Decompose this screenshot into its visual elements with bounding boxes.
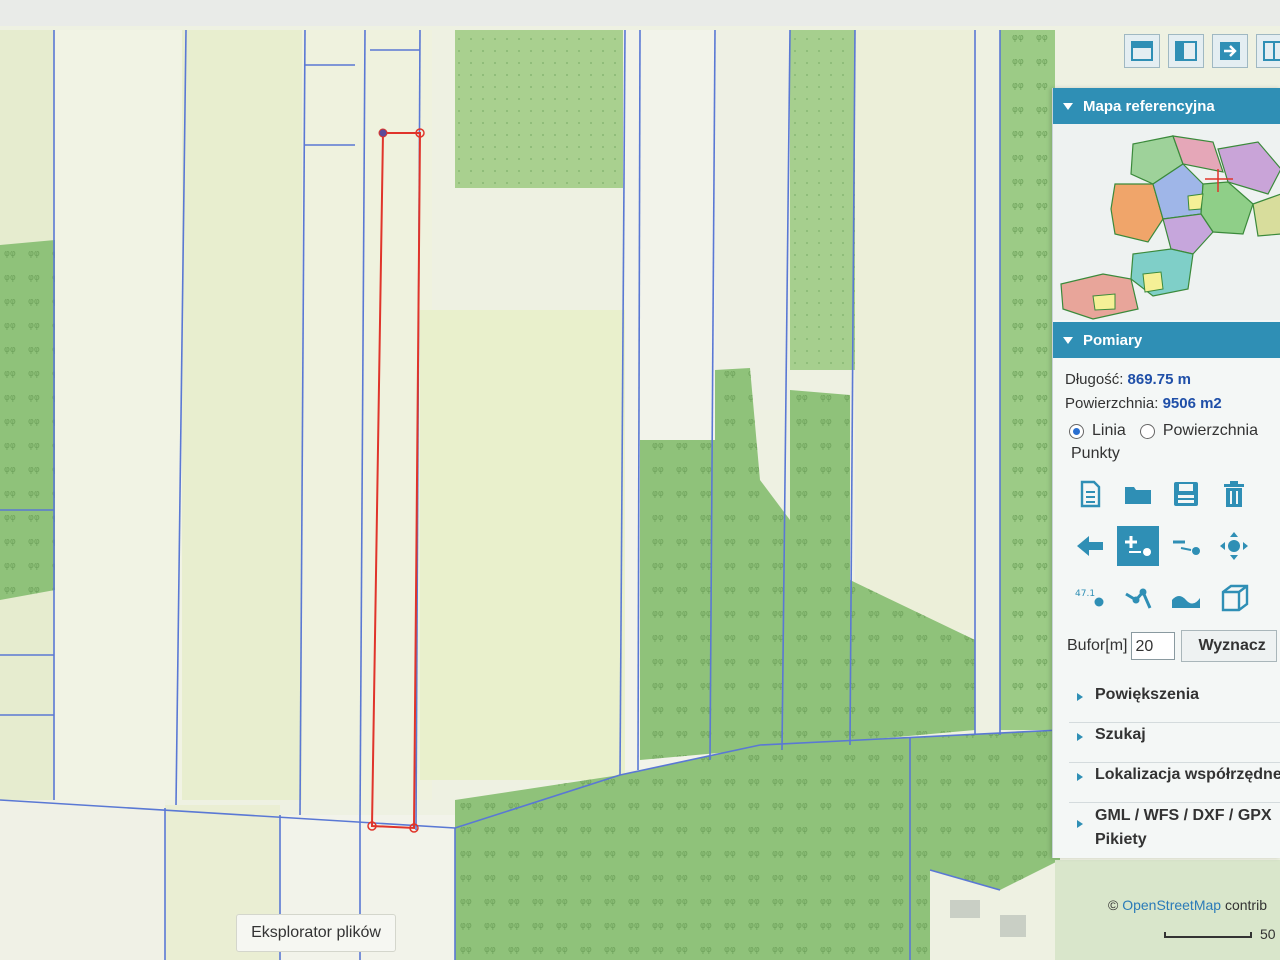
area-value: 9506 m2 [1162,395,1222,412]
ref-map-header[interactable]: Mapa referencyjna [1053,88,1280,124]
new-document-icon[interactable] [1069,474,1111,514]
section-import-export-label: GML / WFS / DXF / GPX [1095,807,1272,824]
3d-box-icon[interactable] [1213,578,1255,618]
area-row: Powierzchnia: 9506 m2 [1053,392,1280,416]
section-zoom-label: Powiększenia [1095,686,1200,703]
field-area [54,30,182,800]
mode-radio-group: Linia Powierzchnia [1053,422,1280,440]
move-icon[interactable] [1213,526,1255,566]
buffer-input[interactable]: 20 [1131,632,1176,660]
measure-vertex[interactable] [378,128,388,138]
area-label: Powierzchnia: [1065,395,1159,412]
radio-line-label[interactable]: Linia [1092,422,1126,440]
reference-map[interactable] [1053,124,1280,320]
points-label: Punkty [1071,445,1120,462]
section-coordinates-label: Lokalizacja współrzędne [1095,766,1280,783]
ref-map-title: Mapa referencyjna [1083,97,1215,115]
trash-icon[interactable] [1213,474,1255,514]
attribution-suffix: contrib [1224,897,1267,913]
file-explorer-button[interactable]: Eksplorator plików [236,914,396,952]
expand-arrow-icon [1077,820,1083,828]
export-arrow-icon[interactable] [1212,34,1248,68]
section-coordinates[interactable]: Lokalizacja współrzędne [1069,766,1280,803]
section-import-export-label2: Pikiety [1095,831,1147,848]
profile-icon[interactable] [1165,578,1207,618]
field-area [715,30,790,410]
buffer-label: Bufor[m] [1067,637,1128,654]
grid-icon[interactable] [1256,34,1280,68]
radio-area[interactable] [1139,423,1155,439]
length-row: Długość: 869.75 m [1053,368,1280,392]
field-area [420,310,625,780]
map-attribution: © OpenStreetMap contrib [1108,897,1267,913]
section-search[interactable]: Szukaj [1069,726,1280,763]
buffer-row: Bufor[m] 20 Wyznacz [1067,630,1278,662]
measure-title: Pomiary [1083,331,1143,349]
attribution-link[interactable]: OpenStreetMap [1122,897,1221,913]
measure-tools: 47.1 [1069,474,1261,618]
scale-label: 50 [1260,926,1276,942]
field-area [855,30,975,630]
scale-bar-line [1164,932,1252,938]
collapse-triangle-icon [1063,336,1073,344]
coordinate-point-icon[interactable]: 47.1 [1069,578,1111,618]
section-import-export[interactable]: GML / WFS / DXF / GPX Pikiety [1069,804,1280,854]
open-folder-icon[interactable] [1117,474,1159,514]
expand-arrow-icon [1077,733,1083,741]
section-zoom[interactable]: Powiększenia [1069,686,1280,723]
measure-header[interactable]: Pomiary [1053,322,1280,358]
compute-buffer-button[interactable]: Wyznacz [1181,630,1278,662]
side-panel: Mapa referencyjna Pomiary Długość: 869.7… [1052,88,1280,858]
expand-arrow-icon [1077,693,1083,701]
svg-text:47.1: 47.1 [1075,589,1095,599]
radio-line[interactable] [1069,423,1084,439]
layout-top-icon[interactable] [1124,34,1160,68]
layout-side-icon[interactable] [1168,34,1204,68]
save-icon[interactable] [1165,474,1207,514]
map-toolbar [1124,34,1280,70]
length-label: Długość: [1065,371,1124,388]
radio-area-label[interactable]: Powierzchnia [1163,422,1258,440]
remove-point-icon[interactable] [1165,526,1207,566]
attribution-prefix: © [1108,897,1119,913]
field-area [182,30,302,800]
expand-arrow-icon [1077,773,1083,781]
polyline-icon[interactable] [1117,578,1159,618]
section-search-label: Szukaj [1095,726,1146,743]
collapse-triangle-icon [1063,102,1073,110]
add-point-icon[interactable] [1117,526,1159,566]
length-value: 869.75 m [1127,371,1191,388]
undo-arrow-icon[interactable] [1069,526,1111,566]
